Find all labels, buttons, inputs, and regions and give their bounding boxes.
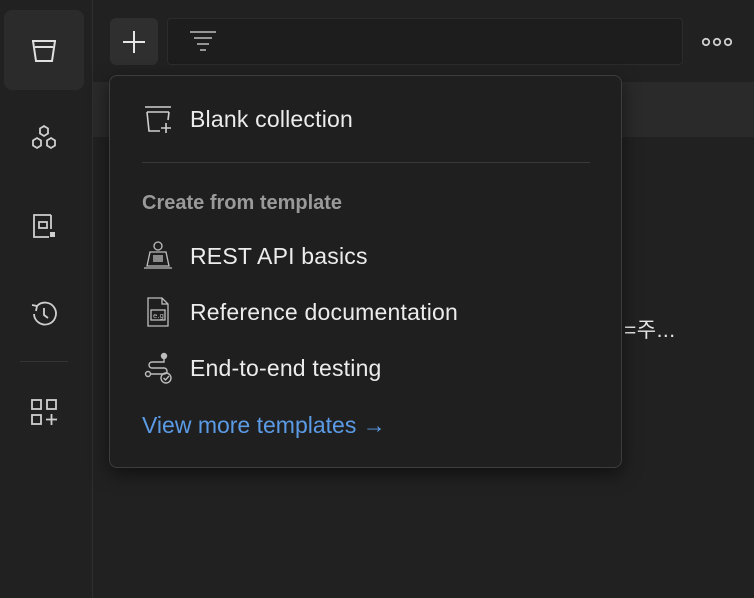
plus-icon	[123, 30, 145, 53]
reference-documentation-label: Reference documentation	[190, 298, 458, 325]
menu-item-reference-documentation[interactable]: e.g Reference documentation	[142, 292, 601, 332]
new-button[interactable]	[110, 18, 158, 65]
toolbar	[93, 0, 754, 82]
apps-add-icon	[31, 399, 57, 425]
template-section-title: Create from template	[142, 192, 343, 214]
more-options-button[interactable]	[700, 28, 734, 56]
menu-item-rest-api-basics[interactable]: REST API basics	[142, 236, 601, 276]
menu-divider	[142, 162, 590, 163]
sidebar-item-environments[interactable]	[4, 186, 84, 266]
apis-icon	[32, 124, 56, 150]
sidebar-item-more-apps[interactable]	[4, 372, 84, 452]
blank-collection-label: Blank collection	[190, 105, 354, 132]
app-window: =주... Blank collection Create from templ…	[0, 0, 754, 598]
filter-icon	[190, 30, 216, 51]
blank-collection-icon	[142, 103, 174, 135]
svg-text:e.g: e.g	[153, 312, 164, 320]
sidebar-divider	[20, 361, 68, 362]
menu-item-end-to-end-testing[interactable]: End-to-end testing	[142, 348, 601, 388]
sidebar	[0, 0, 93, 598]
sidebar-item-collections[interactable]	[4, 10, 84, 90]
truncated-item-text: =주...	[624, 319, 676, 342]
history-icon	[31, 301, 57, 326]
view-more-templates-link[interactable]: View more templates →	[142, 412, 386, 439]
end-to-end-testing-label: End-to-end testing	[190, 354, 382, 381]
testing-template-icon	[142, 352, 174, 384]
collections-icon	[32, 40, 56, 62]
menu-item-blank-collection[interactable]: Blank collection	[142, 99, 601, 139]
sidebar-item-history[interactable]	[4, 274, 84, 354]
sidebar-item-apis[interactable]	[4, 98, 84, 178]
documentation-template-icon: e.g	[142, 296, 174, 328]
environments-icon	[33, 214, 55, 238]
rest-api-basics-label: REST API basics	[190, 242, 368, 269]
filter-input[interactable]	[167, 18, 683, 65]
new-collection-dropdown: Blank collection Create from template RE…	[109, 75, 622, 468]
rest-api-template-icon	[142, 240, 174, 272]
more-options-icon	[702, 37, 732, 47]
